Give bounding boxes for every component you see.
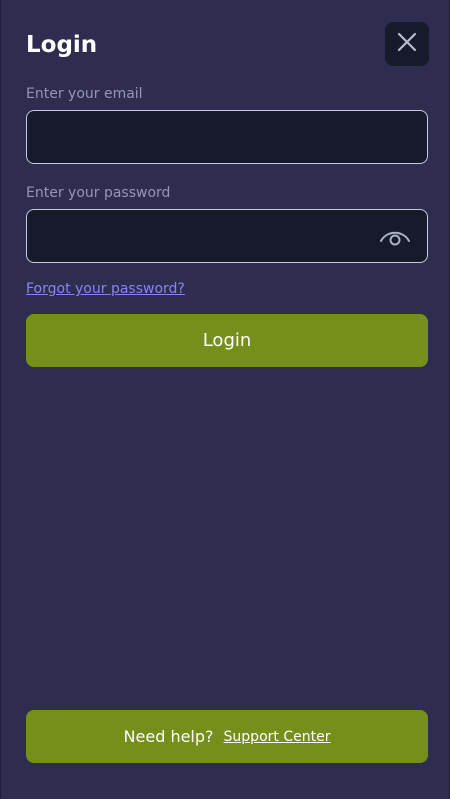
password-field-container — [26, 209, 428, 263]
eye-icon[interactable] — [379, 224, 411, 250]
email-field[interactable] — [27, 111, 427, 163]
password-field[interactable] — [27, 210, 427, 262]
email-label: Enter your email — [26, 86, 143, 102]
email-field-container — [26, 110, 428, 164]
close-icon — [397, 32, 417, 56]
help-bar: Need help? Support Center — [26, 710, 428, 763]
forgot-password-link[interactable]: Forgot your password? — [26, 280, 185, 298]
login-title: Login — [26, 32, 98, 58]
help-text: Need help? — [123, 727, 214, 746]
login-button[interactable]: Login — [26, 314, 428, 367]
close-button[interactable] — [385, 22, 429, 66]
support-center-link[interactable]: Support Center — [224, 729, 331, 745]
password-label: Enter your password — [26, 185, 171, 201]
